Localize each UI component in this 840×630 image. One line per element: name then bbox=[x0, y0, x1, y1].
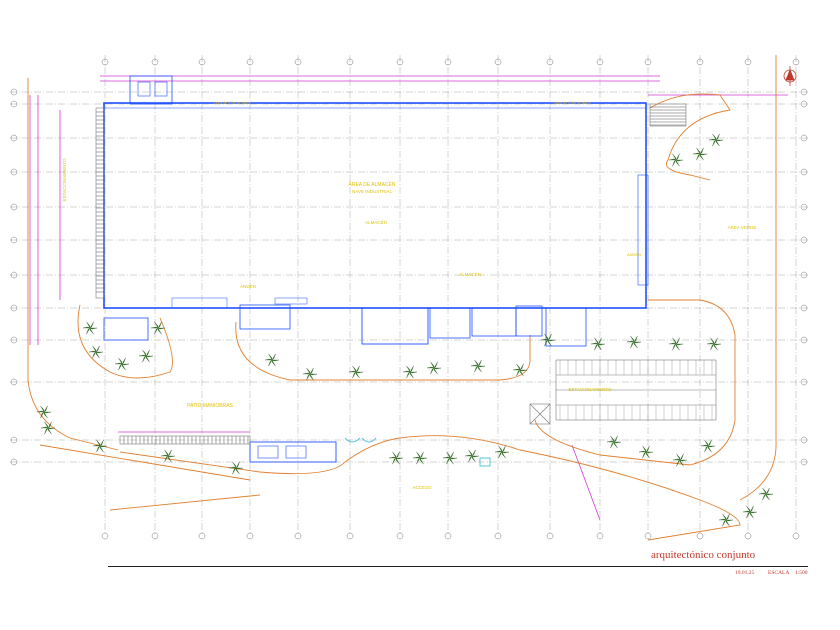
palm-tree-icon bbox=[512, 363, 528, 377]
patio-left-label: PATIO MANIOBRAS bbox=[187, 403, 233, 409]
palm-tree-icon bbox=[388, 451, 404, 465]
palm-tree-icon bbox=[626, 335, 642, 349]
scale-value: 1:500 bbox=[795, 570, 808, 576]
warehouse-building bbox=[103, 75, 649, 463]
grid-bubble-bottom bbox=[346, 532, 354, 540]
parking-label: ESTACIONAMIENTO bbox=[568, 387, 612, 392]
title-rule bbox=[108, 566, 808, 567]
drawing-date: 19.01.25 bbox=[735, 570, 755, 576]
site-boundary bbox=[27, 55, 777, 541]
palm-tree-icon bbox=[718, 513, 734, 527]
palm-tree-icon bbox=[160, 449, 176, 463]
site-plan-drawing: ÁREA DE ALMACÉN NAVE INDUSTRIAL ALMACÉN … bbox=[10, 55, 808, 541]
palm-tree-icon bbox=[36, 405, 52, 419]
palm-tree-icon bbox=[590, 337, 606, 351]
palm-tree-icon bbox=[464, 449, 480, 463]
palm-tree-icon bbox=[412, 451, 428, 465]
grid-bubble-bottom bbox=[546, 532, 554, 540]
access-label: ACCESO bbox=[412, 485, 432, 490]
landscape-trees bbox=[36, 133, 774, 527]
palm-tree-icon bbox=[82, 321, 98, 335]
palm-tree-icon bbox=[758, 487, 774, 501]
right-area-label: ÁREA VERDE bbox=[728, 224, 757, 230]
property-lines bbox=[29, 75, 788, 521]
zone-label-2: ANDÉN bbox=[240, 283, 256, 289]
palm-tree-icon bbox=[606, 435, 622, 449]
drawing-title: arquitectónico conjunto bbox=[651, 549, 756, 561]
zone-label-1: ALMACÉN bbox=[365, 219, 387, 225]
top-note-2: Línea de 9.0m de altura bbox=[554, 101, 591, 105]
palm-tree-icon bbox=[402, 365, 418, 379]
loading-docks bbox=[95, 103, 717, 445]
vertical-left-label: ESTACIONAMIENTO bbox=[62, 158, 67, 202]
grid-bubble-bottom bbox=[151, 532, 159, 540]
palm-tree-icon bbox=[700, 439, 716, 453]
palm-tree-icon bbox=[138, 349, 154, 363]
palm-tree-icon bbox=[150, 321, 166, 335]
grid-bubble-bottom bbox=[696, 532, 704, 540]
grid-bubble-bottom bbox=[101, 532, 109, 540]
palm-tree-icon bbox=[470, 359, 486, 373]
palm-tree-icon bbox=[692, 147, 708, 161]
building-sub-label: NAVE INDUSTRIAL bbox=[352, 189, 392, 194]
palm-tree-icon bbox=[426, 361, 442, 375]
palm-tree-icon bbox=[708, 133, 724, 147]
palm-tree-icon bbox=[302, 367, 318, 381]
right-side-label: ANDÉN bbox=[627, 252, 641, 257]
grid-bubble-bottom bbox=[294, 532, 302, 540]
palm-tree-icon bbox=[668, 337, 684, 351]
grid-bubble-bottom bbox=[494, 532, 502, 540]
grid-bubble-bottom bbox=[596, 532, 604, 540]
palm-tree-icon bbox=[228, 461, 244, 475]
palm-tree-icon bbox=[742, 505, 758, 519]
grid-bubble-bottom bbox=[396, 532, 404, 540]
grid-bubble-bottom bbox=[198, 532, 206, 540]
palm-tree-icon bbox=[638, 445, 654, 459]
zone-label-3: ALMACÉN bbox=[459, 271, 481, 277]
grid-bubble-bottom bbox=[644, 532, 652, 540]
palm-tree-icon bbox=[114, 357, 130, 371]
scale-label: ESCALA bbox=[768, 570, 790, 576]
grid-bubble-bottom bbox=[246, 532, 254, 540]
grid-bubble-bottom bbox=[744, 532, 752, 540]
palm-tree-icon bbox=[494, 445, 510, 459]
building-title-label: ÁREA DE ALMACÉN bbox=[349, 181, 396, 188]
palm-tree-icon bbox=[668, 153, 684, 167]
palm-tree-icon bbox=[348, 365, 364, 379]
north-arrow-icon bbox=[783, 66, 797, 86]
palm-tree-icon bbox=[706, 337, 722, 351]
palm-tree-icon bbox=[88, 345, 104, 359]
dock-hatching bbox=[96, 106, 713, 444]
palm-tree-icon bbox=[540, 333, 556, 347]
palm-tree-icon bbox=[442, 451, 458, 465]
grid-bubble-bottom bbox=[444, 532, 452, 540]
grid-bubble-bottom bbox=[792, 532, 800, 540]
top-note-1: Línea de 9.0m de altura bbox=[214, 101, 251, 105]
palm-tree-icon bbox=[264, 353, 280, 367]
